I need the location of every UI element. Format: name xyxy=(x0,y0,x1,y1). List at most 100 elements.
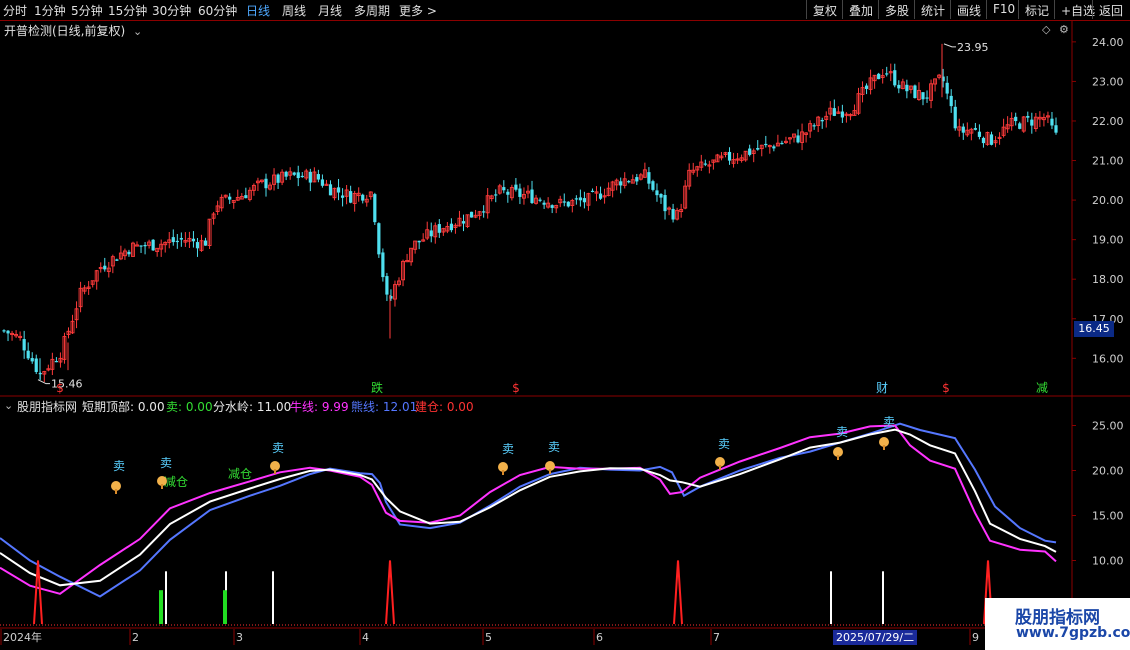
indicator-field-build: 建仓: 0.00 xyxy=(415,400,474,414)
candle-body xyxy=(276,174,280,183)
indicator-mark-3: 减仓 xyxy=(228,467,252,481)
candle-body xyxy=(913,85,917,99)
indicator-field-bear: 熊线: 12.01 xyxy=(351,400,418,414)
candle-body xyxy=(619,181,623,186)
watermark-url: www.7gpzb.com xyxy=(1016,625,1130,641)
x-axis-label-0: 2024年 xyxy=(3,630,42,644)
candle-body xyxy=(977,131,982,137)
candle-body xyxy=(349,191,353,203)
candle-body xyxy=(796,135,800,143)
candle-body xyxy=(542,202,546,205)
indicator-mark-8: 卖 xyxy=(836,425,848,439)
candle-body xyxy=(893,70,897,86)
candle-body xyxy=(590,190,595,192)
green-bar-0 xyxy=(159,590,163,624)
candle-body xyxy=(191,238,196,242)
candle-body xyxy=(1030,119,1034,126)
build-spike-0 xyxy=(33,560,43,625)
candle-body xyxy=(320,179,325,186)
candle-body xyxy=(139,245,143,247)
bear-line xyxy=(0,422,1057,598)
y-tick-label-ind: 15.00 xyxy=(1092,510,1124,523)
candle-body xyxy=(284,171,288,177)
candle-body xyxy=(647,172,651,184)
candle-body xyxy=(1054,125,1058,133)
candle-body xyxy=(203,240,208,246)
indicator-chevron-icon[interactable]: ⌄ xyxy=(4,399,13,412)
candle-body xyxy=(949,95,953,107)
candle-body xyxy=(385,276,389,295)
candle-body xyxy=(228,196,232,200)
signal-marker-5: 减 xyxy=(1036,381,1048,395)
x-axis-label-7: 9 xyxy=(972,631,979,644)
indicator-mark-4: 卖 xyxy=(272,441,284,455)
candle-body xyxy=(373,194,377,223)
candle-body xyxy=(905,84,909,92)
candle-body xyxy=(127,251,131,255)
candle-body xyxy=(727,151,732,161)
signal-marker-4: $ xyxy=(942,381,950,395)
watershed-line xyxy=(0,428,1057,587)
fist-icon-handle xyxy=(502,470,504,475)
fist-icon-handle xyxy=(719,465,721,470)
indicator-field-bull: 牛线: 9.99 xyxy=(290,400,349,414)
y-tick-label-ind: 10.00 xyxy=(1092,555,1124,568)
candle-body xyxy=(756,148,760,150)
candle-body xyxy=(103,265,107,270)
candle-body xyxy=(1050,118,1054,126)
candle-body xyxy=(34,358,38,373)
candle-body xyxy=(143,244,147,247)
candle-body xyxy=(877,73,881,80)
kline-chart[interactable]: 24.0023.0022.0021.0020.0019.0018.0017.00… xyxy=(0,0,1130,650)
candle-body xyxy=(832,108,836,116)
candle-body xyxy=(566,201,570,207)
indicator-field-watershed: 分水岭: 11.00 xyxy=(213,400,292,414)
candle-body xyxy=(1018,123,1022,129)
candle-body xyxy=(308,171,312,183)
y-tick-label-main: 19.00 xyxy=(1092,234,1124,247)
candle-body xyxy=(482,211,486,213)
candle-body xyxy=(1026,115,1030,118)
candle-body xyxy=(671,208,675,220)
current-price-tag: 16.45 xyxy=(1074,321,1114,337)
candle-body xyxy=(22,339,26,351)
x-axis-label-5: 6 xyxy=(596,631,603,644)
candle-body xyxy=(562,201,566,203)
y-tick-label-main: 21.00 xyxy=(1092,155,1124,168)
candle-body xyxy=(885,73,889,75)
candle-body xyxy=(780,142,784,145)
candle-body xyxy=(772,146,776,149)
candle-body xyxy=(506,191,510,195)
fist-icon-handle xyxy=(115,489,117,494)
candle-body xyxy=(703,163,707,165)
candle-body xyxy=(54,361,58,363)
y-tick-label-main: 24.00 xyxy=(1092,36,1124,49)
candle-body xyxy=(1014,116,1018,122)
y-tick-label-ind: 20.00 xyxy=(1092,465,1124,478)
x-axis-label-3: 4 xyxy=(362,631,369,644)
candle-body xyxy=(115,259,119,261)
candle-body xyxy=(6,330,10,334)
candle-body xyxy=(296,172,300,179)
candle-body xyxy=(2,330,6,332)
candle-body xyxy=(812,125,816,127)
candle-body xyxy=(897,84,901,89)
candle-body xyxy=(437,224,441,233)
x-axis-label-2: 3 xyxy=(236,631,243,644)
y-tick-label-main: 16.00 xyxy=(1092,352,1124,365)
cursor-date-tag: 2025/07/29/二 xyxy=(833,630,918,645)
indicator-field-sell: 卖: 0.00 xyxy=(166,400,213,414)
x-axis-label-6: 7 xyxy=(713,631,720,644)
candle-body xyxy=(538,199,542,201)
candle-body xyxy=(961,126,965,133)
x-axis-label-1: 2 xyxy=(132,631,139,644)
candle-body xyxy=(30,358,34,362)
candle-body xyxy=(381,252,385,278)
candle-body xyxy=(925,97,929,99)
candle-body xyxy=(550,205,554,208)
signal-marker-1: $ xyxy=(512,381,520,395)
green-bar-1 xyxy=(223,590,227,624)
indicator-mark-1: 卖 xyxy=(160,456,172,470)
fist-icon-handle xyxy=(274,469,276,474)
candle-body xyxy=(514,184,518,190)
